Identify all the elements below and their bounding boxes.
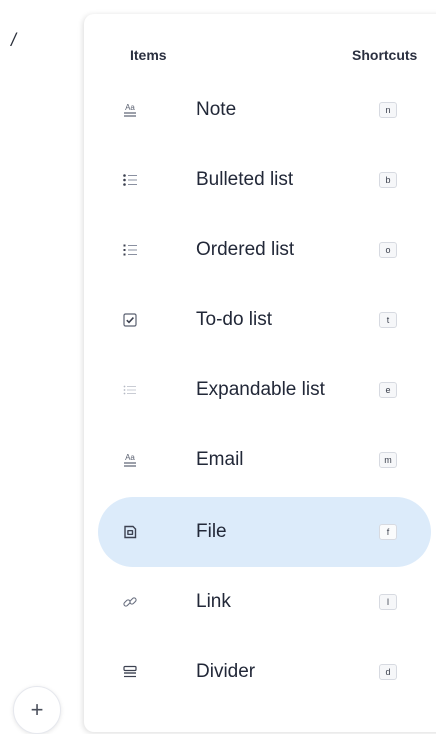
menu-item-label: File xyxy=(196,521,227,542)
menu-header: Items Shortcuts xyxy=(84,47,436,67)
menu-item-label: Link xyxy=(196,591,231,612)
bulleted-list-icon xyxy=(120,170,140,190)
menu-item-link[interactable]: Link l xyxy=(98,567,431,637)
shortcut-key: o xyxy=(379,242,397,258)
menu-item-label: Email xyxy=(196,449,244,470)
shortcut-key: f xyxy=(379,524,397,540)
menu-item-bulleted-list[interactable]: Bulleted list b xyxy=(98,145,431,215)
menu-item-label: Divider xyxy=(196,661,256,682)
slash-command-text: / xyxy=(11,30,17,50)
shortcuts-column-header: Shortcuts xyxy=(352,47,418,63)
menu-item-divider[interactable]: Divider d xyxy=(98,637,431,707)
menu-item-expandable-list[interactable]: Expandable list e xyxy=(98,355,431,425)
menu-item-label: Note xyxy=(196,99,237,120)
shortcut-key: n xyxy=(379,102,397,118)
text-format-icon: Aa xyxy=(120,100,140,120)
menu-item-email[interactable]: Aa Email m xyxy=(98,425,431,495)
editor-canvas: / + Items Shortcuts Aa Note n Bulleted l… xyxy=(0,0,436,734)
shortcut-key: e xyxy=(379,382,397,398)
shortcut-key: b xyxy=(379,172,397,188)
expandable-list-icon xyxy=(120,380,140,400)
divider-icon xyxy=(120,662,140,682)
checkbox-icon xyxy=(120,310,140,330)
text-format-icon: Aa xyxy=(120,450,140,470)
file-icon xyxy=(120,522,140,542)
shortcut-key: t xyxy=(379,312,397,328)
ordered-list-icon xyxy=(120,240,140,260)
menu-item-label: Expandable list xyxy=(196,379,325,400)
menu-item-label: To-do list xyxy=(196,309,273,330)
shortcut-key: l xyxy=(379,594,397,610)
menu-item-label: Ordered list xyxy=(196,239,295,260)
menu-item-ordered-list[interactable]: Ordered list o xyxy=(98,215,431,285)
add-block-button[interactable]: + xyxy=(13,686,61,734)
menu-item-label: Bulleted list xyxy=(196,169,294,190)
svg-text:Aa: Aa xyxy=(125,103,135,112)
insert-item-menu: Items Shortcuts Aa Note n Bulleted list … xyxy=(84,14,436,732)
link-icon xyxy=(120,592,140,612)
shortcut-key: d xyxy=(379,664,397,680)
items-column-header: Items xyxy=(130,47,167,63)
menu-item-todo-list[interactable]: To-do list t xyxy=(98,285,431,355)
svg-text:Aa: Aa xyxy=(125,453,135,462)
menu-item-file[interactable]: File f xyxy=(98,497,431,567)
menu-item-note[interactable]: Aa Note n xyxy=(98,75,431,145)
shortcut-key: m xyxy=(379,452,397,468)
